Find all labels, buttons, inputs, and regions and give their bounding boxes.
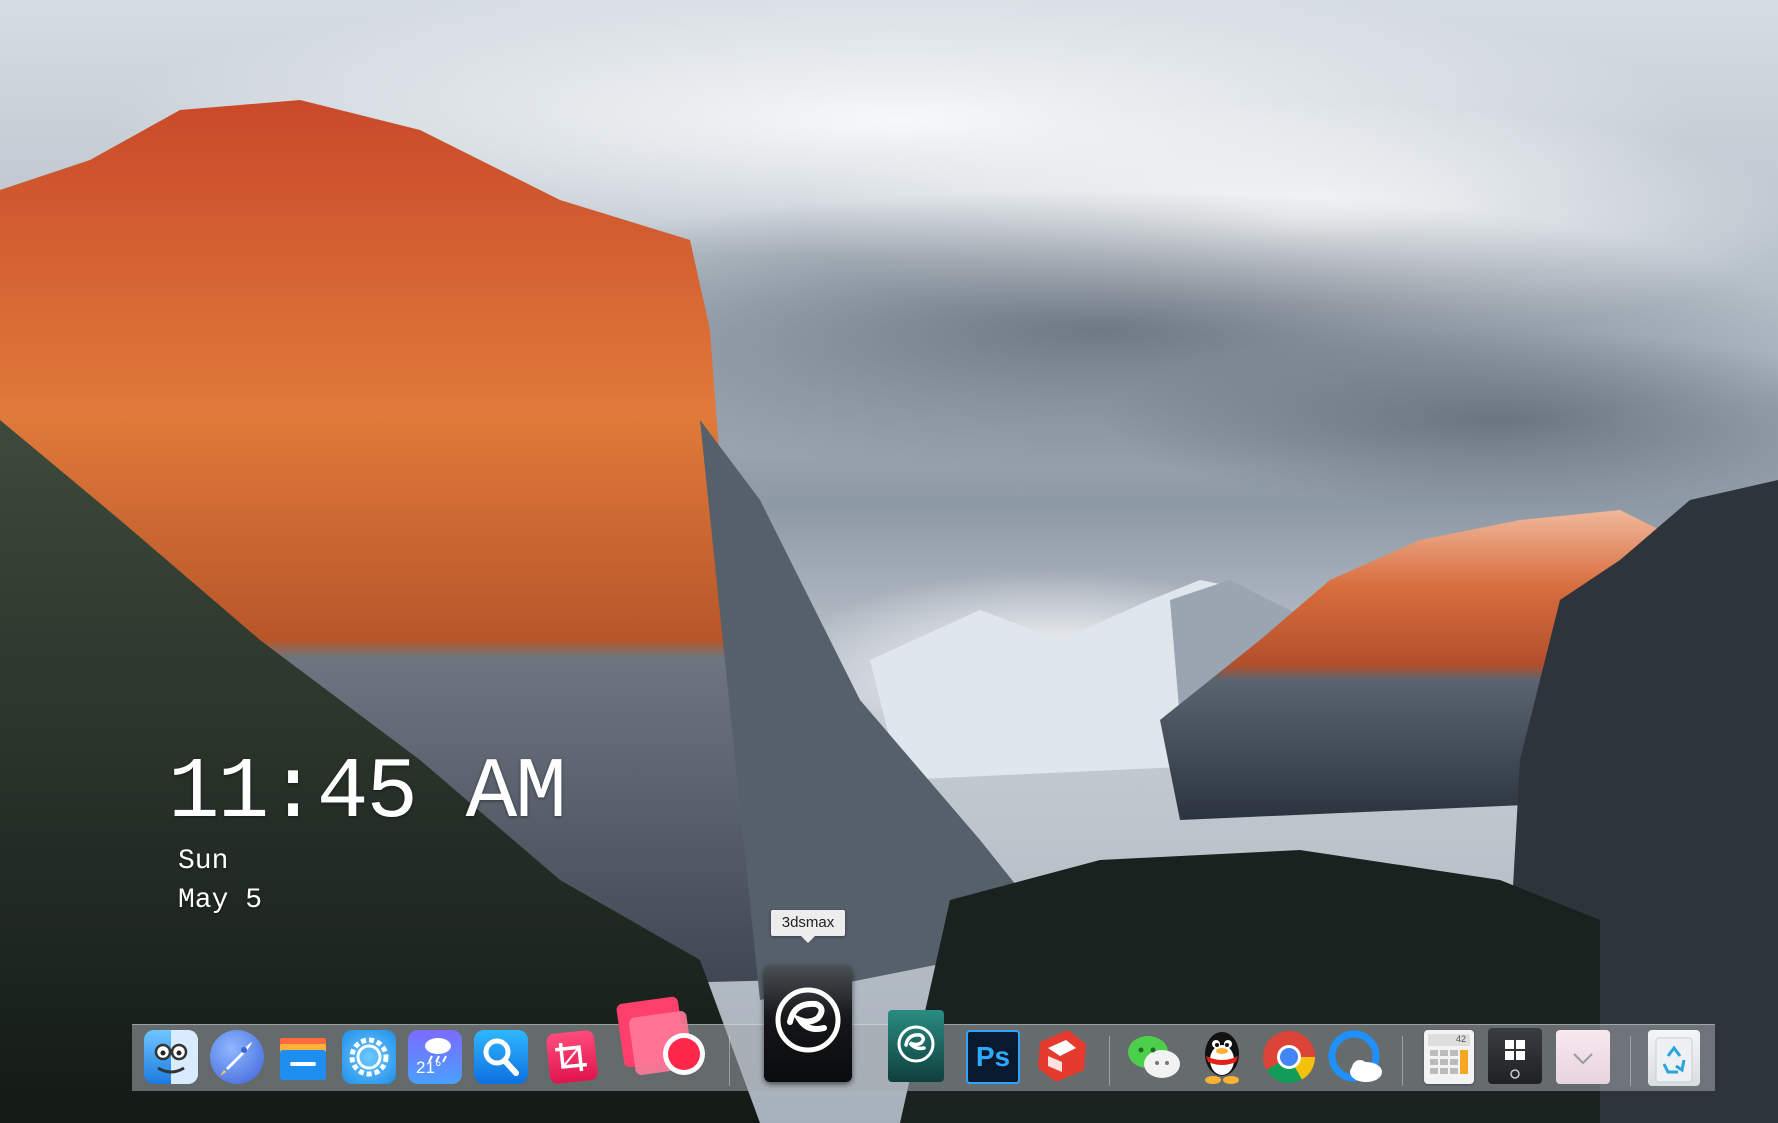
finder-icon — [154, 1030, 198, 1084]
desktop-wallpaper — [0, 0, 1778, 1123]
penguin-icon — [1205, 1032, 1239, 1084]
dock-item-3dsmax-alt[interactable] — [888, 1010, 944, 1082]
rocket-icon — [220, 1042, 252, 1076]
dock-separator — [1630, 1036, 1631, 1086]
clock-day: Sun — [178, 846, 229, 877]
dock-item-search[interactable] — [474, 1030, 528, 1084]
calculator-display: 42 — [1455, 1034, 1466, 1044]
dock-item-calculator[interactable]: 42 — [1424, 1030, 1474, 1084]
record-icon — [616, 996, 705, 1075]
clock-date: May 5 — [178, 885, 263, 917]
dock-item-launchpad[interactable] — [210, 1030, 264, 1084]
dock-item-downloads[interactable] — [1556, 1030, 1610, 1084]
dock-separator — [1109, 1036, 1110, 1086]
clock-time: 11:45 AM — [168, 744, 567, 842]
dock-item-screen-recorder[interactable] — [614, 990, 712, 1080]
dock-item-crop-tool[interactable] — [545, 1029, 599, 1085]
dock-separator — [729, 1036, 730, 1086]
chrome-icon — [1263, 1031, 1315, 1083]
crop-icon — [554, 1042, 588, 1072]
dock-item-settings[interactable] — [342, 1030, 396, 1084]
dock-tooltip: 3dsmax — [771, 910, 845, 943]
wechat-icon — [1128, 1036, 1180, 1078]
dock-item-wechat[interactable] — [1124, 1030, 1184, 1084]
ps-icon: Ps — [975, 1041, 1011, 1072]
dock-item-files[interactable] — [276, 1030, 330, 1084]
dock-item-cloud[interactable] — [1328, 1030, 1386, 1086]
recycle-icon — [1655, 1037, 1693, 1083]
download-icon — [1573, 1053, 1593, 1065]
dock-item-qq[interactable] — [1196, 1026, 1248, 1086]
3dsmax-icon — [775, 987, 841, 1053]
dock-item-finder[interactable] — [144, 1030, 198, 1084]
dock-item-photoshop[interactable]: Ps — [966, 1030, 1020, 1084]
dock-item-recycle-bin[interactable] — [1648, 1030, 1700, 1086]
3dsmax-small-icon — [897, 1025, 935, 1063]
dock-item-weather[interactable]: 21° — [408, 1030, 462, 1084]
calculator-icon — [1428, 1034, 1470, 1074]
folder-icon — [280, 1038, 326, 1080]
desktop-clock-widget: 11:45 AM Sun May 5 — [168, 744, 567, 920]
dock-separator — [1402, 1036, 1403, 1086]
gear-icon — [349, 1037, 389, 1077]
search-icon — [483, 1038, 519, 1076]
windows-icon — [1505, 1040, 1525, 1079]
dock-item-sketchup[interactable] — [1034, 1026, 1090, 1084]
dock-item-chrome[interactable] — [1262, 1030, 1316, 1084]
sketchup-icon — [1038, 1030, 1086, 1082]
weather-temp: 21° — [416, 1058, 442, 1077]
cloud-icon — [1328, 1030, 1382, 1082]
dock-item-start[interactable] — [1488, 1028, 1542, 1084]
dock-item-3dsmax[interactable] — [764, 966, 852, 1082]
